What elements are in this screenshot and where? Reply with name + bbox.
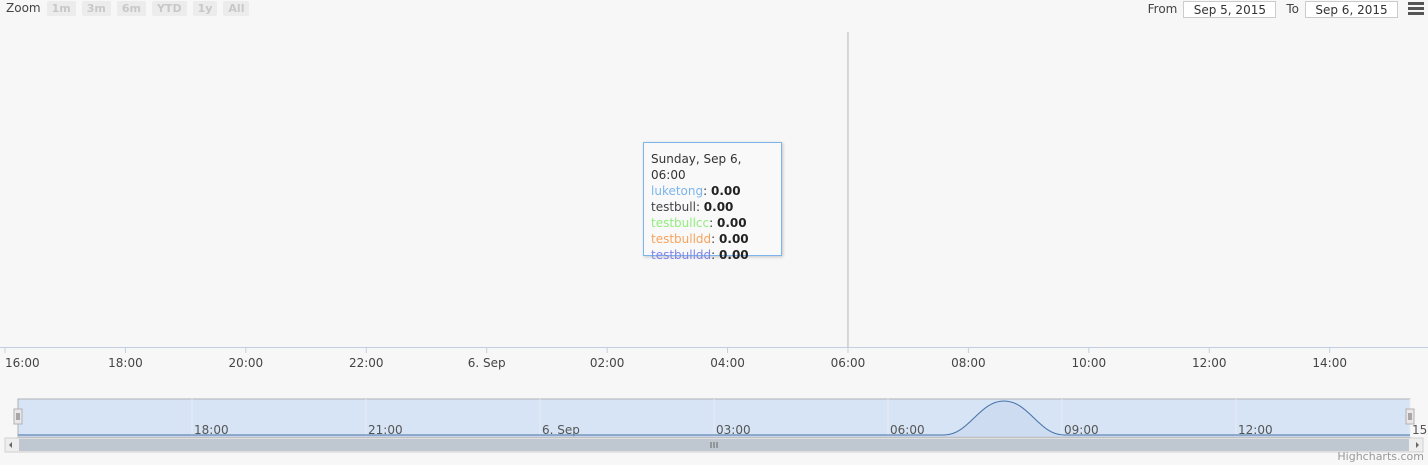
x-tick-label: 06:00 [831,356,866,370]
x-tick-label: 6. Sep [468,356,506,370]
x-axis: 16:00 18:00 20:00 22:00 6. Sep 02:00 04:00 06:0… [0,347,1428,370]
navigator-right-handle [1405,408,1415,425]
x-tick-label: 16:00 [5,356,40,370]
tooltip-series-value: 0.00 [717,216,747,230]
x-tick-label: 20:00 [229,356,264,370]
x-tick-label: 14:00 [1312,356,1347,370]
tooltip: Sunday, Sep 6, 06:00 luketong: 0.00 testb… [643,142,782,262]
tooltip-row: testbull: 0.00 [651,200,734,214]
tooltip-series-value: 0.00 [719,248,749,262]
tooltip-series-name: luketong [651,184,704,198]
navigator-left-handle [13,408,23,425]
x-tick-label: 02:00 [590,356,625,370]
tooltip-series-name: testbulldd [651,248,712,262]
tooltip-series-name: testbullcc [651,216,710,230]
tooltip-row: luketong: 0.00 [651,184,741,198]
tooltip-row: testbullcc: 0.00 [651,216,747,230]
x-tick-label: 12:00 [1192,356,1227,370]
x-tick-label: 08:00 [951,356,986,370]
x-tick-label: 22:00 [349,356,384,370]
tooltip-series-value: 0.00 [710,184,741,198]
tooltip-series-name: testbull [651,200,696,214]
tooltip-series-value: 0.00 [703,200,734,214]
tooltip-rows: luketong: 0.00 testbull: 0.00 testbullcc: … [651,183,774,263]
credits-link[interactable]: Highcharts.com [1337,450,1424,463]
tooltip-row: testbulldd: 0.00 [651,248,749,262]
x-tick-label: 18:00 [108,356,143,370]
tooltip-row: testbulldd: 0.00 [651,232,749,246]
x-tick-label: 10:00 [1072,356,1107,370]
tooltip-series-name: testbulldd [651,232,712,246]
tooltip-header: Sunday, Sep 6, 06:00 [651,152,742,182]
navigator[interactable]: 18:0021:006. Sep03:0006:0009:0012:0015:0… [4,398,1428,453]
navigator-tick-label: 15:00 [1412,423,1428,437]
tooltip-series-value: 0.00 [719,232,749,246]
x-tick-label: 04:00 [710,356,745,370]
